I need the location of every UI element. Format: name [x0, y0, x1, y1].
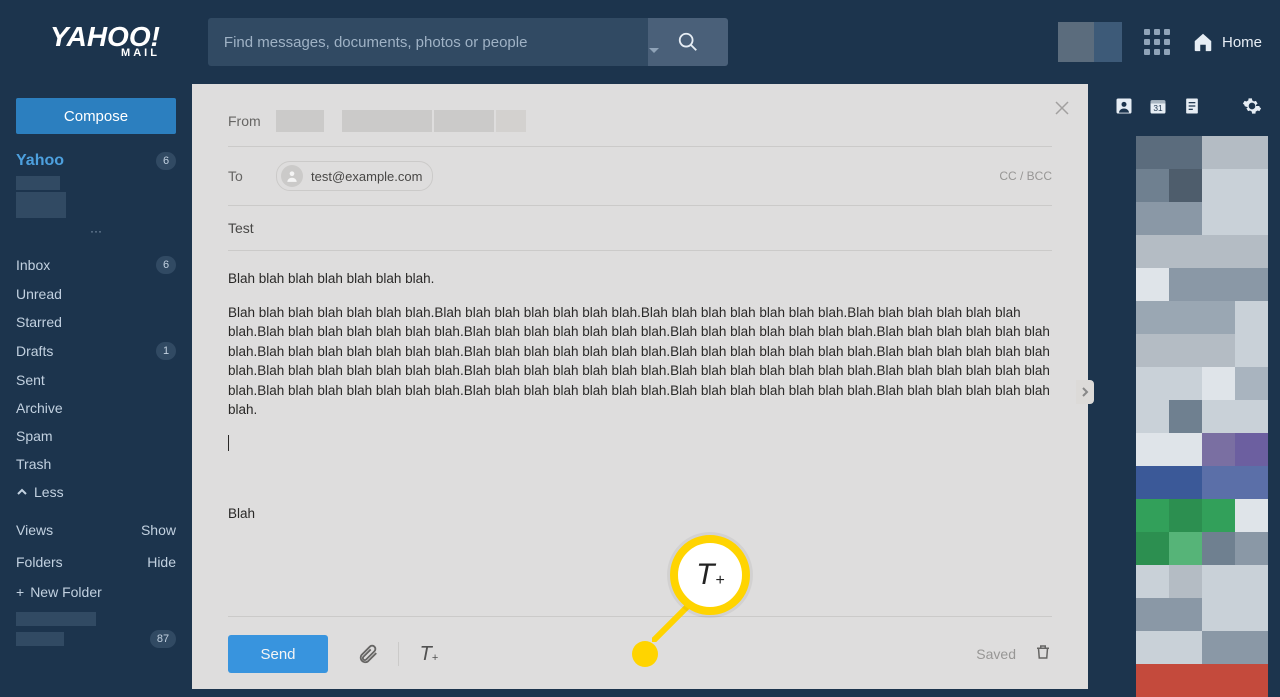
sidebar-item-inbox[interactable]: Inbox6: [16, 250, 176, 280]
gear-icon[interactable]: [1242, 96, 1262, 121]
yahoo-mail-logo[interactable]: YAHOO! MAIL: [50, 26, 160, 58]
sidebar-folders-section: Folders Hide: [16, 546, 176, 578]
ad-mosaic: [1136, 136, 1268, 697]
to-row: To test@example.com CC / BCC: [228, 147, 1052, 206]
account-placeholder: [16, 176, 176, 218]
notepad-icon[interactable]: [1182, 96, 1202, 116]
cc-bcc-toggle[interactable]: CC / BCC: [999, 169, 1052, 183]
sidebar-item-sent[interactable]: Sent: [16, 366, 176, 394]
folders-hide[interactable]: Hide: [147, 554, 176, 570]
contacts-icon[interactable]: [1114, 96, 1134, 116]
recipient-chip[interactable]: test@example.com: [276, 161, 433, 191]
views-show[interactable]: Show: [141, 522, 176, 538]
search-input[interactable]: [208, 18, 678, 66]
search-bar: [208, 18, 728, 66]
svg-text:31: 31: [1153, 103, 1163, 113]
right-rail: 31: [1104, 88, 1280, 689]
person-icon: [281, 165, 303, 187]
sidebar-item-unread[interactable]: Unread: [16, 280, 176, 308]
attach-icon[interactable]: [348, 635, 388, 673]
sidebar-item-archive[interactable]: Archive: [16, 394, 176, 422]
sidebar-item-spam[interactable]: Spam: [16, 422, 176, 450]
text-cursor: [228, 435, 229, 451]
sidebar-views-section: Views Show: [16, 514, 176, 546]
folders-label[interactable]: Folders: [16, 554, 63, 570]
home-link[interactable]: Home: [1192, 31, 1262, 53]
from-row: From: [228, 84, 1052, 147]
to-label: To: [228, 168, 276, 184]
callout-format-icon: T+: [670, 535, 750, 615]
account-name[interactable]: Yahoo 6: [16, 152, 176, 170]
avatar[interactable]: [1058, 22, 1122, 62]
expand-pane-icon[interactable]: [1076, 380, 1094, 404]
folder-placeholders: 87: [16, 612, 176, 648]
apps-grid-icon[interactable]: [1144, 29, 1170, 55]
subject-row[interactable]: Test: [228, 206, 1052, 251]
message-body[interactable]: Blah blah blah blah blah blah blah. Blah…: [228, 251, 1052, 555]
plus-icon: +: [16, 584, 24, 600]
compose-pane: From To test@example.com CC / BCC Test B…: [192, 84, 1088, 689]
sidebar-item-drafts[interactable]: Drafts1: [16, 336, 176, 366]
compose-button[interactable]: Compose: [16, 98, 176, 134]
from-value-placeholder[interactable]: [276, 110, 526, 132]
folder-count-badge: 87: [150, 630, 176, 648]
views-label[interactable]: Views: [16, 522, 53, 538]
sidebar-less[interactable]: Less: [16, 478, 176, 506]
callout-pointer: [632, 641, 658, 667]
search-button[interactable]: [648, 18, 728, 66]
header: YAHOO! MAIL Home: [0, 0, 1280, 84]
recipient-email: test@example.com: [311, 169, 422, 184]
close-icon[interactable]: [1054, 100, 1070, 121]
more-dots[interactable]: ···: [16, 224, 176, 238]
sidebar-item-starred[interactable]: Starred: [16, 308, 176, 336]
home-label: Home: [1222, 34, 1262, 51]
text-format-icon[interactable]: T+: [409, 635, 449, 673]
send-button[interactable]: Send: [228, 635, 328, 673]
saved-status: Saved: [976, 646, 1016, 662]
toolbar-divider: [228, 616, 1052, 617]
new-folder-button[interactable]: + New Folder: [16, 578, 176, 606]
sidebar: Compose Yahoo 6 ··· Inbox6 Unread Starre…: [0, 84, 192, 689]
trash-icon[interactable]: [1034, 643, 1052, 666]
sidebar-item-trash[interactable]: Trash: [16, 450, 176, 478]
calendar-icon[interactable]: 31: [1148, 96, 1168, 116]
from-label: From: [228, 113, 276, 129]
account-count-badge: 6: [156, 152, 176, 170]
